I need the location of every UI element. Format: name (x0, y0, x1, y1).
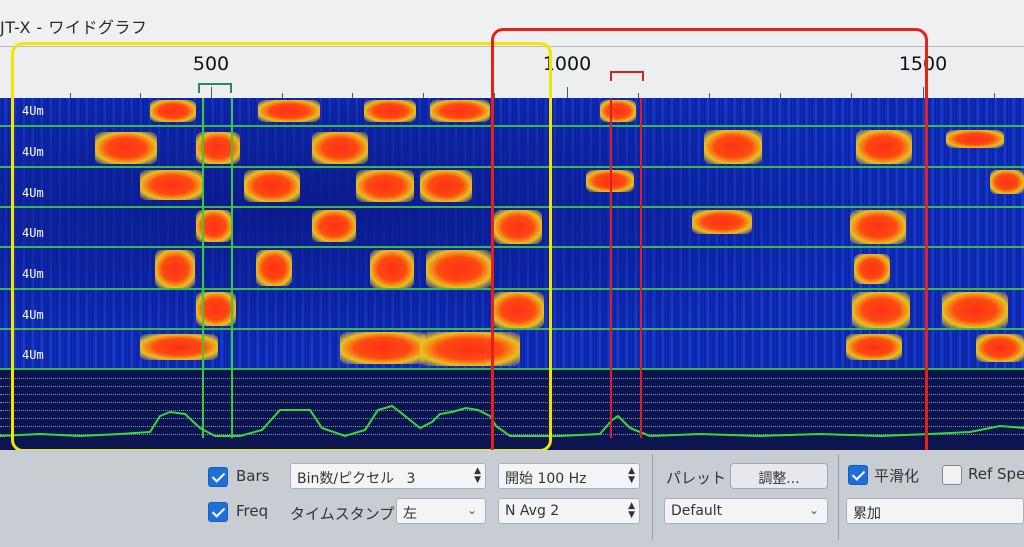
spin-arrows-icon: ▲ ▼ (628, 466, 635, 485)
freq-label: Freq (236, 502, 269, 520)
spin-arrows-icon: ▲ ▼ (628, 501, 635, 520)
bins-per-pixel-label: Bin数/ピクセル (297, 471, 395, 487)
timestamp-select-value: 左 (403, 506, 417, 522)
control-panel: Bars Freq Bin数/ピクセル 3 ▲ ▼ タイムスタンプ 左 ⌄ 開始 … (0, 450, 1024, 547)
smoothing-checkbox[interactable] (848, 465, 868, 485)
window-title: JT-X - ワイドグラフ (0, 18, 148, 37)
cumulative-select-value: 累加 (853, 506, 881, 522)
timestamp-setting-label: タイムスタンプ (290, 505, 395, 523)
red-highlight-box (491, 28, 928, 470)
spin-arrows-icon: ▲ ▼ (474, 466, 481, 485)
smoothing-label: 平滑化 (874, 467, 920, 485)
signal-trace (990, 170, 1024, 194)
chevron-down-icon: ⌄ (808, 503, 819, 517)
ref-spec-checkbox[interactable] (942, 465, 962, 485)
palette-select[interactable]: Default ⌄ (664, 498, 828, 524)
bars-checkbox[interactable] (208, 467, 228, 487)
adjust-button[interactable]: 調整... (730, 463, 828, 489)
ref-spec-label: Ref Spec (968, 465, 1024, 483)
n-avg-spinbox[interactable]: N Avg 2 ▲ ▼ (498, 498, 640, 524)
yellow-highlight-box (11, 42, 552, 452)
n-avg-value: N Avg 2 (505, 503, 560, 519)
divider (838, 454, 839, 540)
bins-per-pixel-spinbox[interactable]: Bin数/ピクセル 3 ▲ ▼ (290, 463, 486, 489)
palette-label: パレット (666, 469, 727, 487)
chevron-down-icon: ⌄ (466, 503, 477, 517)
cumulative-select[interactable]: 累加 (846, 498, 1024, 524)
signal-trace (942, 292, 1008, 328)
signal-trace (946, 130, 1004, 148)
bars-label: Bars (236, 467, 270, 485)
freq-checkbox[interactable] (208, 502, 228, 522)
bins-per-pixel-value: 3 (406, 471, 416, 487)
timestamp-select[interactable]: 左 ⌄ (396, 498, 486, 524)
divider (652, 454, 653, 540)
palette-select-value: Default (671, 503, 723, 519)
signal-trace (976, 334, 1024, 362)
start-frequency-value: 開始 100 Hz (505, 471, 587, 487)
start-frequency-spinbox[interactable]: 開始 100 Hz ▲ ▼ (498, 463, 640, 489)
